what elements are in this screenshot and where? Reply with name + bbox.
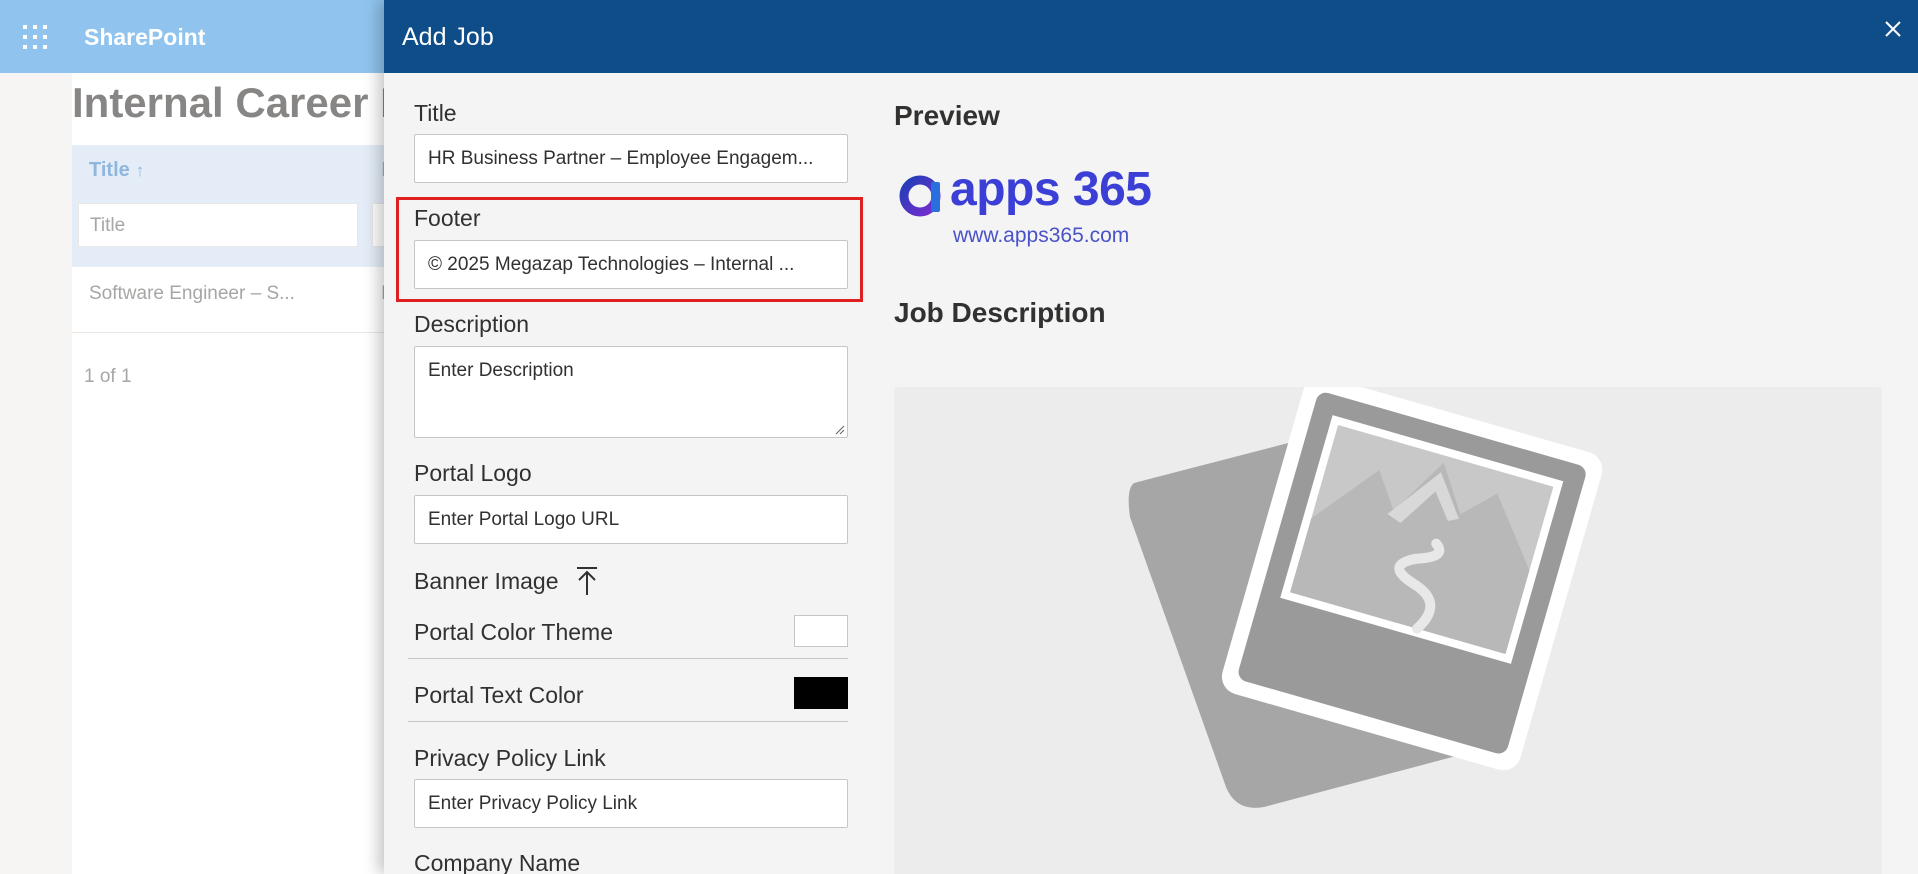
- description-label: Description: [414, 311, 530, 337]
- panel-header: Add Job: [384, 0, 1918, 73]
- preview-heading: Preview: [894, 100, 1000, 131]
- portal-text-color-label: Portal Text Color: [414, 682, 584, 708]
- panel-title: Add Job: [402, 23, 494, 51]
- image-placeholder-icon: [1128, 387, 1603, 808]
- company-name-label: Company Name: [414, 850, 581, 874]
- apps365-logo-icon: [899, 175, 941, 217]
- divider: [408, 658, 848, 659]
- close-icon[interactable]: [1878, 14, 1908, 44]
- upload-icon[interactable]: [574, 565, 600, 597]
- footer-input[interactable]: © 2025 Megazap Technologies – Internal .…: [414, 240, 848, 289]
- footer-label: Footer: [414, 205, 481, 231]
- job-form: Title HR Business Partner – Employee Eng…: [384, 73, 863, 874]
- privacy-policy-input[interactable]: Enter Privacy Policy Link: [414, 779, 848, 828]
- portal-logo-input[interactable]: Enter Portal Logo URL: [414, 495, 848, 544]
- title-label: Title: [414, 100, 457, 126]
- title-input[interactable]: HR Business Partner – Employee Engagem..…: [414, 134, 848, 183]
- modal-overlay[interactable]: [0, 0, 384, 874]
- apps365-logo: apps 365 www.apps365.com: [898, 163, 1152, 256]
- banner-image-label: Banner Image: [414, 568, 559, 594]
- divider: [408, 721, 848, 722]
- description-textarea[interactable]: Enter Description: [414, 346, 848, 438]
- portal-text-color-swatch[interactable]: [794, 677, 848, 709]
- privacy-policy-label: Privacy Policy Link: [414, 745, 606, 771]
- portal-color-theme-label: Portal Color Theme: [414, 619, 613, 645]
- portal-color-theme-swatch[interactable]: [794, 615, 848, 647]
- job-description-heading: Job Description: [894, 297, 1106, 328]
- resize-grip-icon[interactable]: [835, 425, 845, 435]
- portal-logo-label: Portal Logo: [414, 460, 532, 486]
- logo-text: apps 365: [950, 163, 1152, 216]
- banner-preview: [894, 387, 1882, 874]
- logo-url: www.apps365.com: [953, 224, 1130, 247]
- add-job-panel: Add Job Title HR Business Partner – Empl…: [384, 0, 1918, 874]
